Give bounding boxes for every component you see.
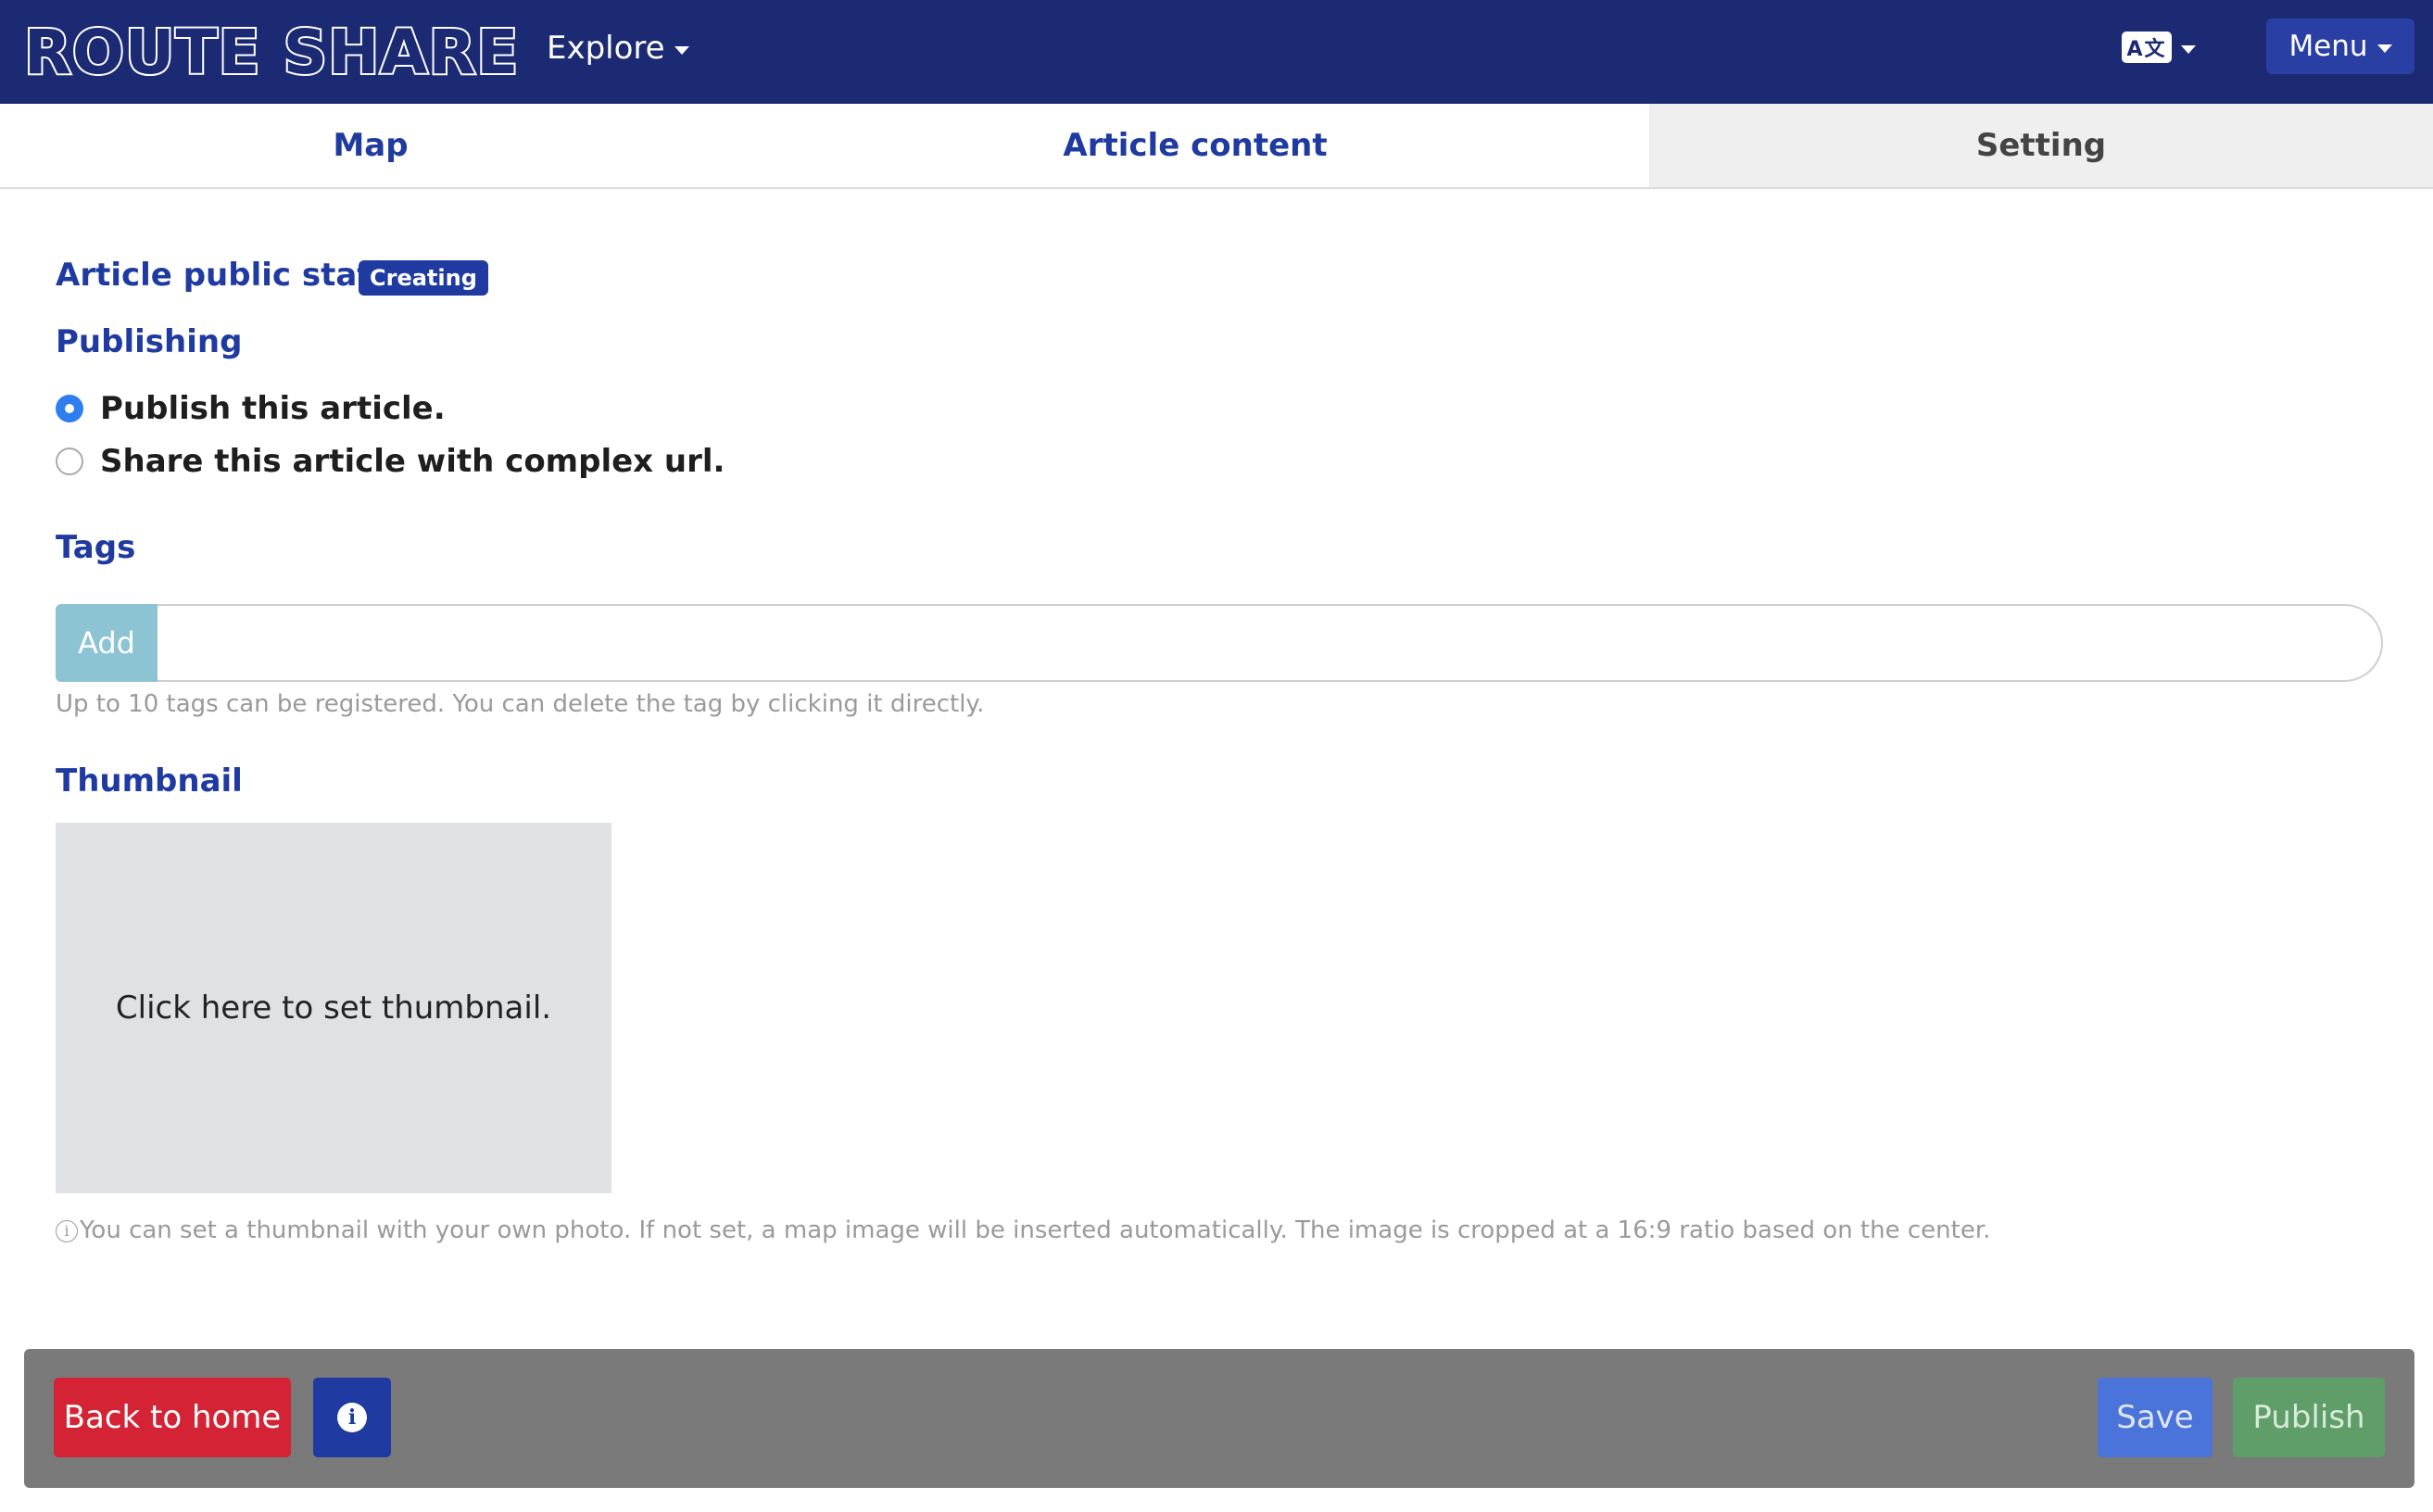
chevron-down-icon bbox=[674, 45, 689, 55]
tags-input-group: Add bbox=[56, 604, 2383, 682]
tab-article-content[interactable]: Article content bbox=[741, 104, 1649, 187]
thumbnail-help-text: You can set a thumbnail with your own ph… bbox=[80, 1216, 1991, 1244]
thumbnail-placeholder-text: Click here to set thumbnail. bbox=[115, 989, 552, 1027]
back-to-home-button[interactable]: Back to home bbox=[54, 1378, 291, 1457]
save-button[interactable]: Save bbox=[2098, 1378, 2212, 1457]
tab-setting[interactable]: Setting bbox=[1649, 104, 2433, 187]
tags-label: Tags bbox=[56, 529, 136, 566]
editor-tabs: Map Article content Setting bbox=[0, 104, 2433, 189]
thumbnail-help: i You can set a thumbnail with your own p… bbox=[56, 1214, 1990, 1247]
publish-option[interactable]: Publish this article. bbox=[56, 390, 446, 427]
tags-input[interactable] bbox=[158, 604, 2383, 682]
menu-button[interactable]: Menu bbox=[2266, 19, 2414, 74]
info-button[interactable]: i bbox=[313, 1378, 391, 1457]
publish-radio[interactable] bbox=[56, 395, 83, 422]
top-navbar: ROUTE SHARE Explore A文 Menu bbox=[0, 0, 2433, 104]
thumbnail-picker[interactable]: Click here to set thumbnail. bbox=[56, 823, 611, 1193]
explore-dropdown[interactable]: Explore bbox=[547, 26, 689, 70]
chevron-down-icon bbox=[2181, 44, 2196, 54]
status-badge: Creating bbox=[359, 260, 488, 296]
publish-option-label: Publish this article. bbox=[100, 390, 446, 427]
share-url-option-label: Share this article with complex url. bbox=[100, 443, 725, 480]
add-tag-button[interactable]: Add bbox=[56, 604, 158, 682]
share-url-option[interactable]: Share this article with complex url. bbox=[56, 443, 725, 480]
info-icon: i bbox=[56, 1219, 78, 1242]
info-icon: i bbox=[337, 1403, 367, 1432]
publishing-label: Publishing bbox=[56, 323, 243, 360]
site-logo[interactable]: ROUTE SHARE bbox=[22, 15, 520, 90]
tags-help-text: Up to 10 tags can be registered. You can… bbox=[56, 690, 985, 718]
share-url-radio[interactable] bbox=[56, 447, 83, 475]
menu-label: Menu bbox=[2288, 30, 2368, 63]
tab-map[interactable]: Map bbox=[0, 104, 741, 187]
explore-label: Explore bbox=[547, 30, 665, 67]
language-dropdown[interactable]: A文 bbox=[2122, 32, 2196, 63]
chevron-down-icon bbox=[2376, 44, 2392, 53]
publish-button[interactable]: Publish bbox=[2233, 1378, 2385, 1457]
thumbnail-label: Thumbnail bbox=[56, 762, 243, 800]
translate-icon: A文 bbox=[2122, 32, 2172, 63]
